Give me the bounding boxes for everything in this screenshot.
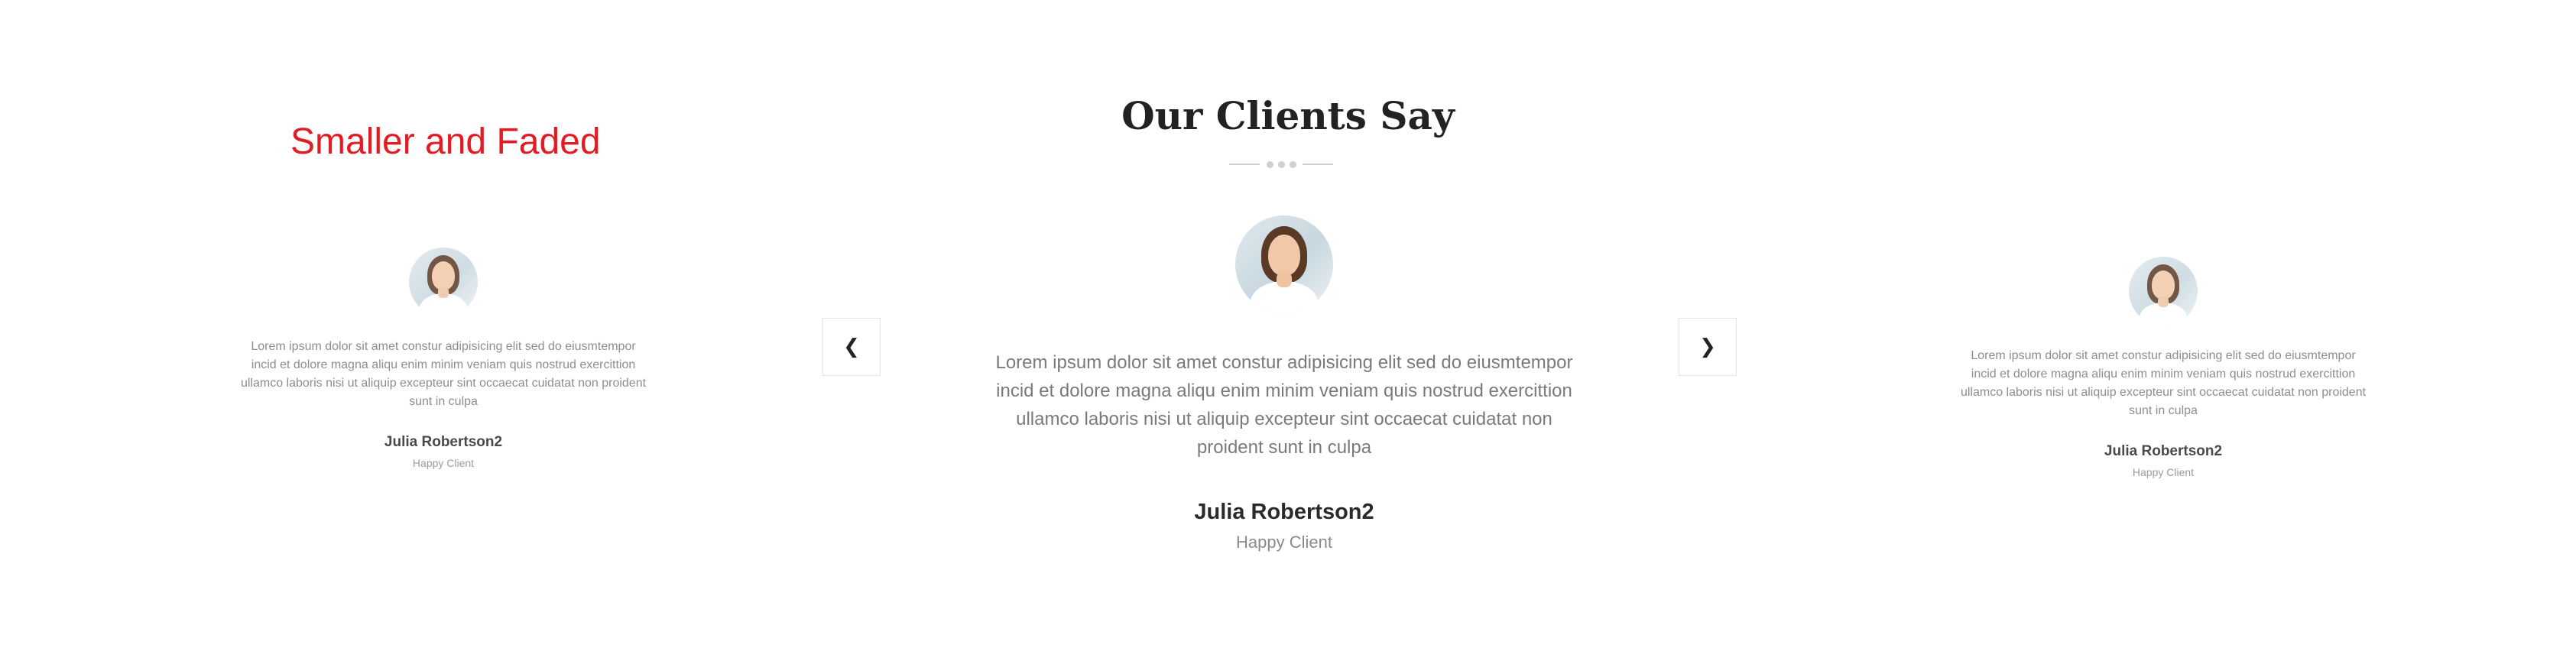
carousel-prev-button[interactable]: ❮	[822, 318, 881, 376]
client-avatar	[2129, 257, 2198, 326]
client-avatar	[409, 248, 478, 316]
divider-dot	[1289, 160, 1296, 168]
testimonial-card-active: Lorem ipsum dolor sit amet constur adipi…	[994, 215, 1575, 552]
testimonials-section: Smaller and Faded Our Clients Say Lorem …	[0, 0, 2576, 651]
client-name: Julia Robertson2	[2104, 443, 2223, 459]
client-avatar	[1235, 215, 1333, 313]
client-role: Happy Client	[412, 457, 475, 469]
testimonial-quote: Lorem ipsum dolor sit amet constur adipi…	[995, 352, 1573, 458]
client-role: Happy Client	[1236, 533, 1332, 552]
section-title: Our Clients Say	[1121, 93, 1455, 138]
testimonial-card-right: Lorem ipsum dolor sit amet constur adipi…	[1957, 257, 2370, 478]
testimonial-card-left: Lorem ipsum dolor sit amet constur adipi…	[237, 248, 650, 469]
testimonial-quote: Lorem ipsum dolor sit amet constur adipi…	[1960, 349, 2367, 417]
divider-dot	[1277, 160, 1285, 168]
client-name: Julia Robertson2	[384, 434, 503, 450]
chevron-right-icon: ❯	[1699, 335, 1716, 358]
title-divider	[1229, 160, 1333, 168]
client-name: Julia Robertson2	[1194, 500, 1374, 524]
testimonial-quote: Lorem ipsum dolor sit amet constur adipi…	[240, 340, 647, 408]
divider-dot	[1266, 160, 1273, 168]
client-role: Happy Client	[2132, 466, 2195, 478]
divider-dots	[1266, 160, 1296, 168]
chevron-left-icon: ❮	[843, 335, 860, 358]
carousel-next-button[interactable]: ❯	[1679, 318, 1737, 376]
divider-line-left	[1229, 164, 1260, 165]
divider-line-right	[1303, 164, 1333, 165]
